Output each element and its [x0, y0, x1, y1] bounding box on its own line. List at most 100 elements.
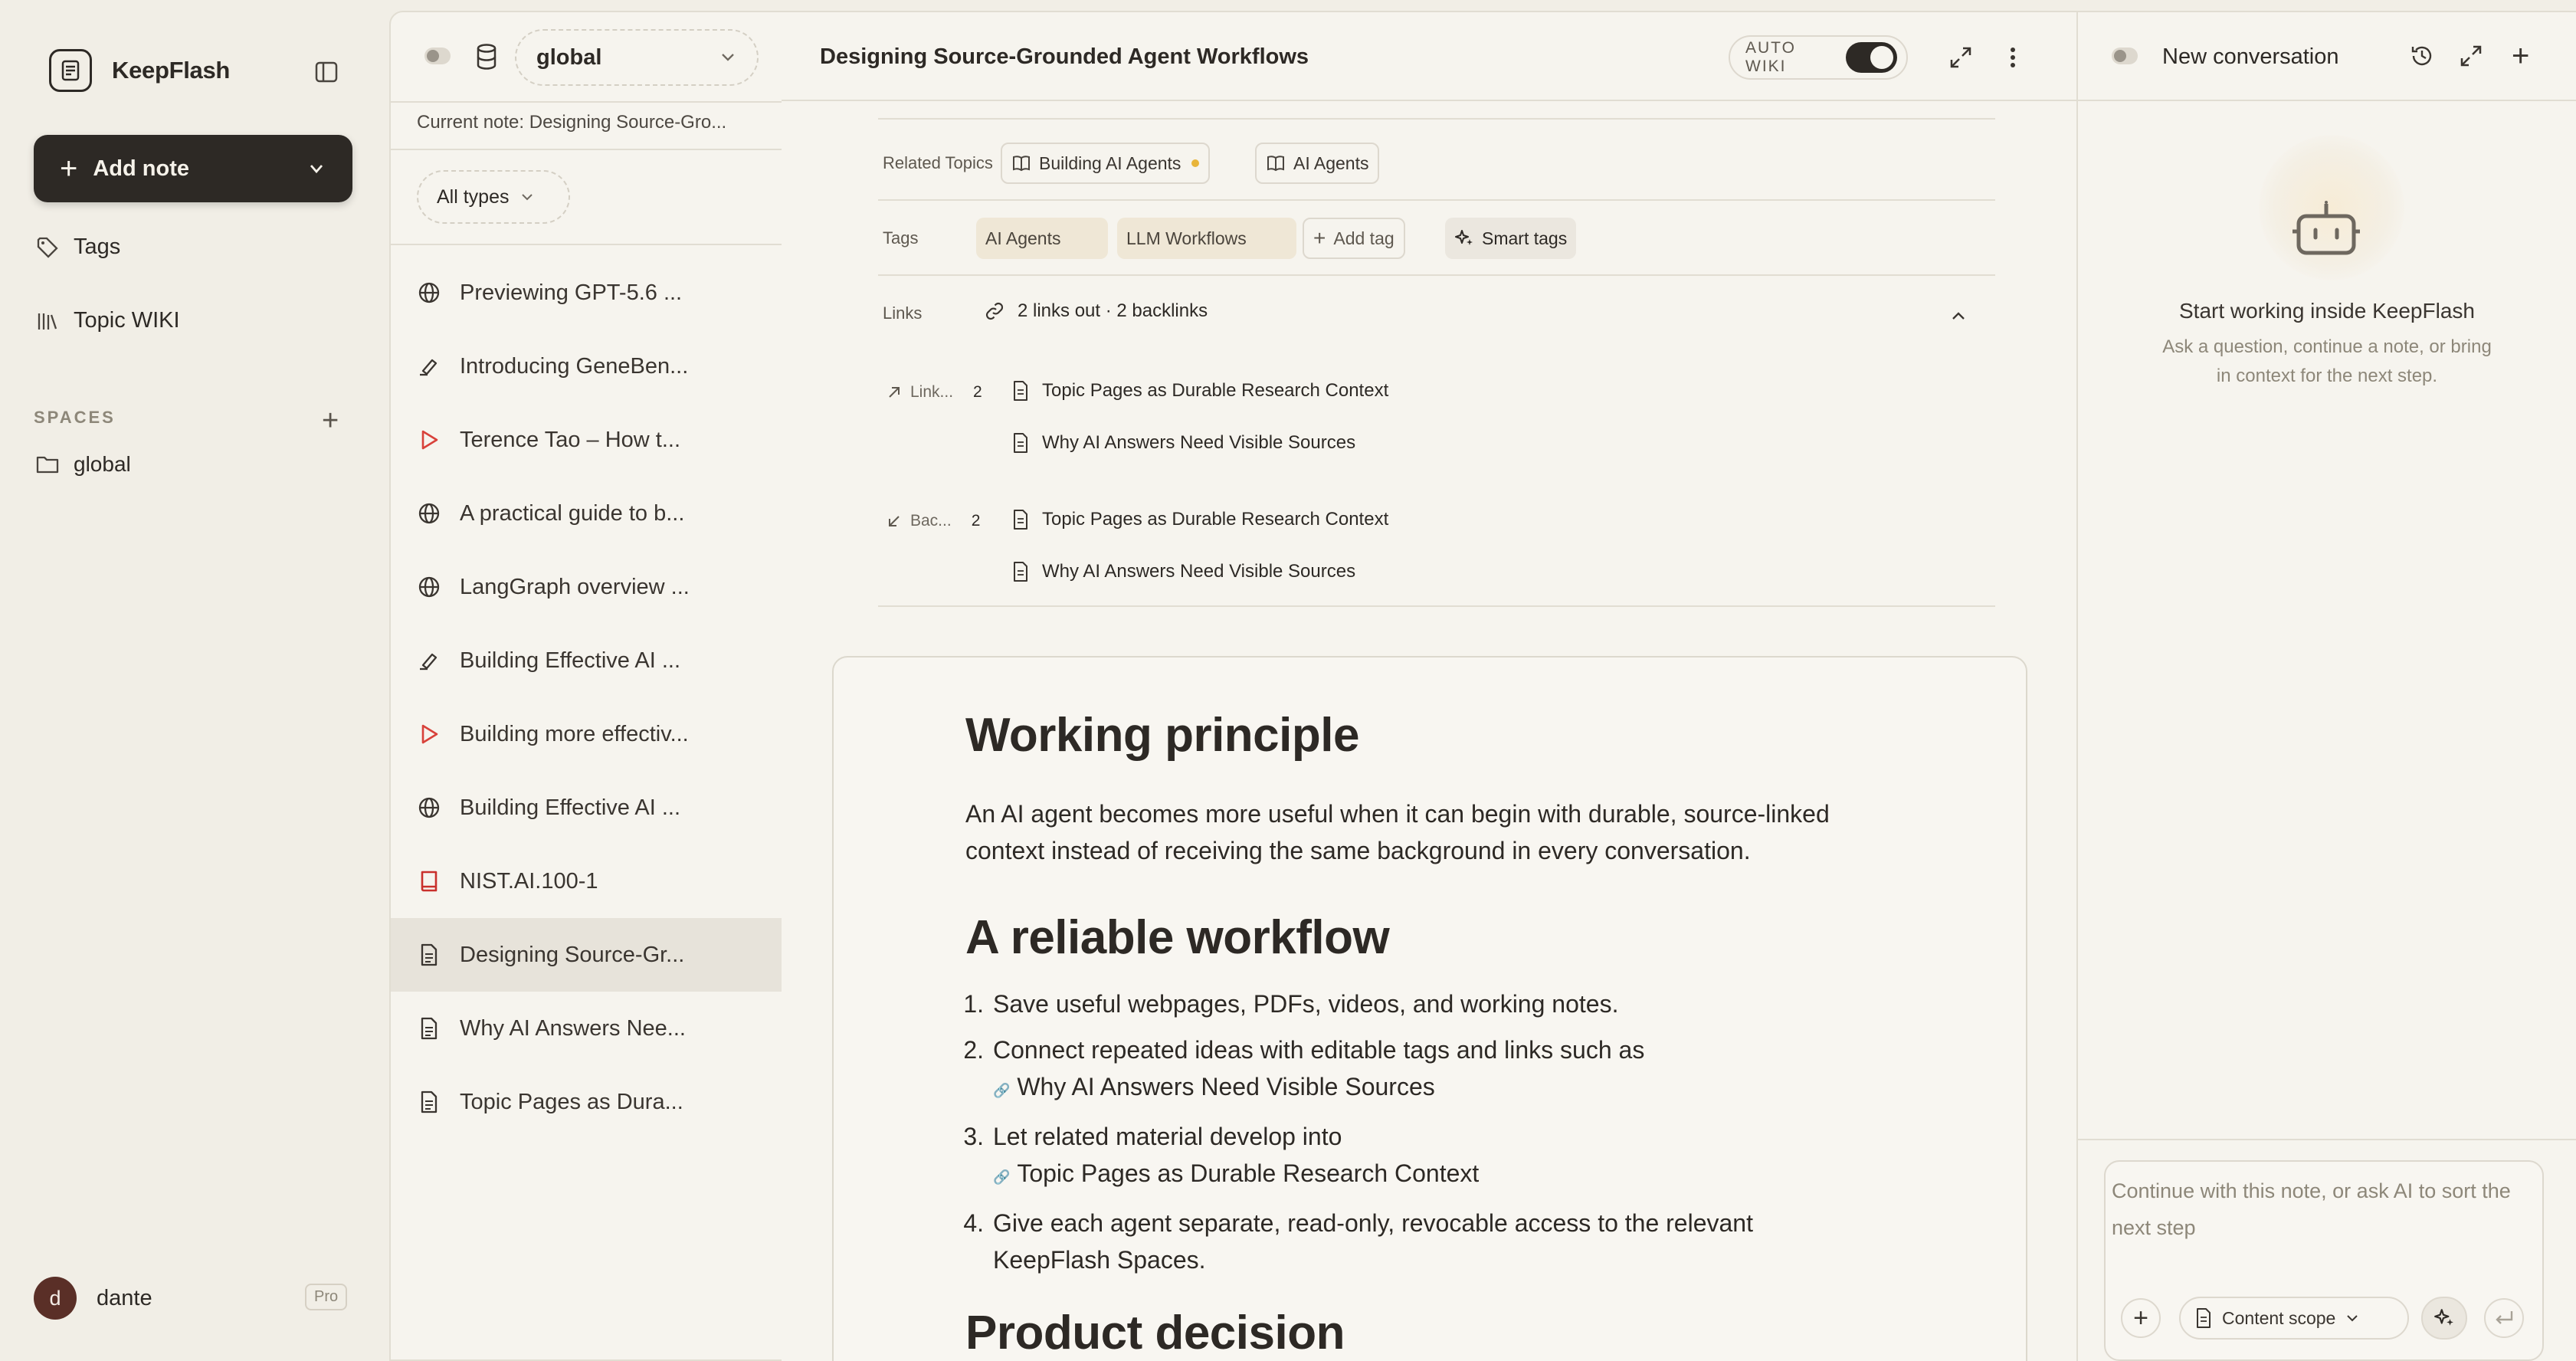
related-topic-chip[interactable]: AI Agents [1255, 143, 1380, 184]
document-icon [1014, 562, 1027, 582]
add-note-button[interactable]: + Add note [34, 135, 352, 202]
link-icon: 🔗 [993, 1083, 1011, 1098]
list-item[interactable]: NIST.AI.100-1 [391, 844, 782, 918]
add-note-label: Add note [93, 156, 190, 181]
chevron-down-icon[interactable] [306, 159, 326, 179]
list-item[interactable]: Building more effectiv... [391, 697, 782, 771]
chat-input[interactable]: Continue with this note, or ask AI to so… [2112, 1172, 2538, 1246]
user-profile[interactable]: d dante [34, 1277, 152, 1320]
sidebar-item-topic-wiki[interactable]: Topic WIKI [35, 308, 180, 333]
plus-icon: + [1313, 226, 1326, 250]
list-item[interactable]: Topic Pages as Dura... [391, 1065, 782, 1139]
keepflash-logo-icon [49, 49, 92, 92]
plan-badge: Pro [305, 1284, 348, 1310]
add-space-button[interactable]: + [322, 406, 339, 435]
backlink-item[interactable]: Topic Pages as Durable Research Context [1011, 509, 1388, 530]
sidebar-item-label: Topic WIKI [74, 308, 180, 333]
send-button[interactable] [2484, 1298, 2524, 1338]
sparkles-icon [1455, 230, 1473, 245]
arrow-up-right-icon [889, 387, 900, 398]
list-item-title: Terence Tao – How t... [460, 427, 681, 452]
auto-wiki-toggle[interactable]: AUTO WIKI [1729, 35, 1908, 80]
list-item[interactable]: A practical guide to b... [391, 477, 782, 550]
related-topics-label: Related Topics [883, 153, 993, 172]
brand[interactable]: KeepFlash [49, 49, 230, 92]
plus-icon: + [2133, 1304, 2148, 1333]
link-item[interactable]: Why AI Answers Need Visible Sources [1011, 432, 1355, 454]
list-item[interactable]: Terence Tao – How t... [391, 403, 782, 477]
open-book-icon [1267, 156, 1284, 172]
wiki-link[interactable]: 🔗 Why AI Answers Need Visible Sources [993, 1073, 1435, 1100]
auto-wiki-switch[interactable] [1846, 42, 1897, 73]
tag-chip[interactable]: AI Agents [976, 218, 1108, 259]
space-item-global[interactable]: global [35, 452, 131, 477]
list-item[interactable]: Building Effective AI ... [391, 771, 782, 844]
tags-label: Tags [883, 228, 919, 248]
play-icon [421, 430, 438, 450]
list-item-title: A practical guide to b... [460, 500, 685, 526]
globe-icon [418, 282, 440, 303]
highlighter-icon [420, 359, 438, 376]
wiki-link-text: Topic Pages as Durable Research Context [1017, 1159, 1480, 1187]
links-summary[interactable]: 2 links out · 2 backlinks [984, 300, 1208, 322]
chat-panel-toggle[interactable] [2112, 48, 2138, 64]
list-item[interactable]: LangGraph overview ... [391, 550, 782, 624]
list-item-title: Building Effective AI ... [460, 795, 681, 820]
note-body[interactable]: Working principle An AI agent becomes mo… [832, 656, 2027, 1361]
list-item[interactable]: Previewing GPT-5.6 ... [391, 256, 782, 330]
list-item-title: LangGraph overview ... [460, 574, 690, 599]
chevron-up-icon[interactable] [1949, 308, 1968, 323]
smart-tags-button[interactable]: Smart tags [1445, 218, 1577, 259]
links-summary-text: 2 links out · 2 backlinks [1018, 300, 1208, 321]
backlink-item[interactable]: Why AI Answers Need Visible Sources [1011, 561, 1355, 582]
tag-icon [37, 237, 58, 258]
related-topic-chip[interactable]: Building AI Agents [1001, 143, 1211, 184]
wiki-link[interactable]: 🔗 Topic Pages as Durable Research Contex… [993, 1159, 1479, 1187]
expand-icon[interactable] [2458, 43, 2484, 69]
heading-product-decision: Product decision [965, 1307, 1345, 1359]
play-icon [421, 724, 438, 744]
link-icon: 🔗 [993, 1169, 1011, 1185]
list-item-selected[interactable]: Designing Source-Gr... [391, 918, 782, 992]
list-item-title: Introducing GeneBen... [460, 353, 689, 379]
list-step: 2. Connect repeated ideas with editable t… [963, 1031, 1847, 1109]
expand-icon[interactable] [1948, 44, 1974, 71]
sidebar-toggle-icon[interactable] [314, 60, 339, 84]
space-label: global [74, 452, 131, 476]
space-selector[interactable]: global [515, 29, 759, 86]
step-text: Connect repeated ideas with editable tag… [993, 1036, 1645, 1064]
document-icon [1014, 381, 1027, 401]
empty-state-title: Start working inside KeepFlash [2179, 299, 2475, 323]
sidebar-item-tags[interactable]: Tags [35, 234, 120, 260]
content-scope-dropdown[interactable]: Content scope [2179, 1297, 2409, 1340]
panel-toggle[interactable] [424, 48, 451, 64]
link-item[interactable]: Topic Pages as Durable Research Context [1011, 380, 1388, 402]
history-icon[interactable] [2409, 43, 2435, 69]
list-item-title: Building more effectiv... [460, 721, 689, 746]
app-name: KeepFlash [112, 57, 231, 84]
list-step: 4. Give each agent separate, read-only, r… [963, 1205, 1847, 1278]
arrow-down-left-icon [889, 516, 900, 526]
content-scope-label: Content scope [2222, 1307, 2336, 1328]
new-conversation-icon[interactable]: + [2512, 41, 2529, 71]
heading-reliable-workflow: A reliable workflow [965, 911, 1390, 964]
links-out-text: Link... [910, 383, 954, 401]
links-out-label: Link... 2 [886, 383, 982, 402]
list-step: 1. Save useful webpages, PDFs, videos, an… [963, 985, 1847, 1022]
add-tag-button[interactable]: + Add tag [1303, 218, 1405, 259]
robot-icon [2291, 196, 2361, 259]
list-item[interactable]: Why AI Answers Nee... [391, 992, 782, 1065]
wiki-link-text: Why AI Answers Need Visible Sources [1017, 1073, 1435, 1100]
backlinks-label: Bac... 2 [886, 512, 980, 530]
ai-assist-button[interactable] [2421, 1297, 2467, 1340]
list-item[interactable]: Introducing GeneBen... [391, 330, 782, 403]
paragraph: An AI agent becomes more useful when it … [965, 800, 1830, 864]
type-filter-dropdown[interactable]: All types [417, 170, 570, 224]
space-selector-value: global [536, 44, 602, 70]
list-item[interactable]: Building Effective AI ... [391, 624, 782, 697]
tag-chip[interactable]: LLM Workflows [1117, 218, 1296, 259]
attach-button[interactable]: + [2121, 1298, 2161, 1338]
backlink-item-title: Topic Pages as Durable Research Context [1042, 509, 1389, 530]
chat-composer[interactable]: Continue with this note, or ask AI to so… [2104, 1160, 2544, 1361]
more-options-icon[interactable] [2007, 44, 2018, 71]
